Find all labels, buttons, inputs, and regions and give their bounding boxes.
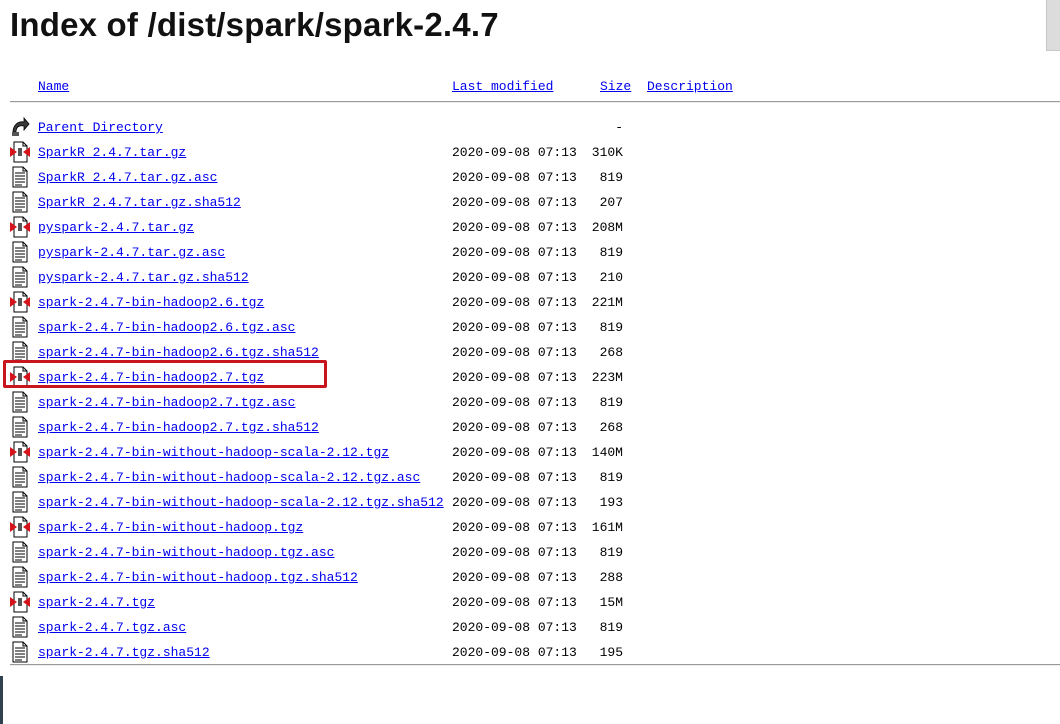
file-size: 819 bbox=[599, 470, 623, 485]
file-modified: 2020-09-08 07:13 bbox=[452, 470, 577, 485]
column-header-name[interactable]: Name bbox=[38, 79, 69, 94]
file-modified: 2020-09-08 07:13 bbox=[452, 395, 577, 410]
column-header-size[interactable]: Size bbox=[600, 79, 631, 94]
file-modified: 2020-09-08 07:13 bbox=[452, 370, 577, 385]
file-modified: 2020-09-08 07:13 bbox=[452, 570, 577, 585]
file-link[interactable]: spark-2.4.7-bin-without-hadoop-scala-2.1… bbox=[38, 445, 389, 460]
text-file-icon bbox=[12, 541, 28, 563]
file-modified: 2020-09-08 07:13 bbox=[452, 520, 577, 535]
file-size: 819 bbox=[599, 245, 623, 260]
file-link[interactable]: spark-2.4.7.tgz bbox=[38, 595, 155, 610]
file-link[interactable]: spark-2.4.7-bin-without-hadoop.tgz bbox=[38, 520, 303, 535]
file-modified: 2020-09-08 07:13 bbox=[452, 245, 577, 260]
text-file-icon bbox=[12, 266, 28, 288]
file-size: 221M bbox=[591, 295, 623, 310]
archive-file-icon bbox=[10, 441, 30, 463]
file-size: 310K bbox=[591, 145, 623, 160]
file-link[interactable]: spark-2.4.7-bin-hadoop2.6.tgz bbox=[38, 295, 264, 310]
file-size: 819 bbox=[599, 170, 623, 185]
file-size: 207 bbox=[599, 195, 623, 210]
file-modified: 2020-09-08 07:13 bbox=[452, 645, 577, 660]
file-size: 223M bbox=[591, 370, 623, 385]
file-modified: 2020-09-08 07:13 bbox=[452, 320, 577, 335]
file-modified: 2020-09-08 07:13 bbox=[452, 495, 577, 510]
text-file-icon bbox=[12, 466, 28, 488]
text-file-icon bbox=[12, 491, 28, 513]
file-size: 819 bbox=[599, 320, 623, 335]
file-modified: 2020-09-08 07:13 bbox=[452, 620, 577, 635]
file-modified: 2020-09-08 07:13 bbox=[452, 420, 577, 435]
file-link[interactable]: spark-2.4.7.tgz.asc bbox=[38, 620, 186, 635]
file-size: 208M bbox=[591, 220, 623, 235]
sort-by-name-link[interactable]: Name bbox=[38, 79, 69, 94]
page-title: Index of /dist/spark/spark-2.4.7 bbox=[10, 6, 499, 43]
file-size: 819 bbox=[599, 395, 623, 410]
window-edge-left bbox=[0, 676, 3, 724]
file-link[interactable]: pyspark-2.4.7.tar.gz bbox=[38, 220, 194, 235]
file-modified: 2020-09-08 07:13 bbox=[452, 445, 577, 460]
column-header-description[interactable]: Description bbox=[647, 79, 733, 94]
footer-divider bbox=[10, 664, 1060, 666]
archive-file-icon bbox=[10, 216, 30, 238]
file-size: 15M bbox=[599, 595, 623, 610]
window-edge bbox=[1046, 0, 1060, 51]
file-modified: 2020-09-08 07:13 bbox=[452, 170, 577, 185]
text-file-icon bbox=[12, 391, 28, 413]
parent-size: - bbox=[615, 120, 623, 135]
file-link[interactable]: spark-2.4.7.tgz.sha512 bbox=[38, 645, 210, 660]
sort-by-last-modified-link[interactable]: Last modified bbox=[452, 79, 553, 94]
file-link[interactable]: spark-2.4.7-bin-hadoop2.7.tgz.asc bbox=[38, 395, 295, 410]
archive-file-icon bbox=[10, 141, 30, 163]
parent-directory-link[interactable]: Parent Directory bbox=[38, 120, 163, 135]
file-link[interactable]: pyspark-2.4.7.tar.gz.sha512 bbox=[38, 270, 249, 285]
file-link[interactable]: spark-2.4.7-bin-without-hadoop-scala-2.1… bbox=[38, 470, 420, 485]
archive-file-icon bbox=[10, 291, 30, 313]
file-size: 140M bbox=[591, 445, 623, 460]
file-modified: 2020-09-08 07:13 bbox=[452, 345, 577, 360]
file-modified: 2020-09-08 07:13 bbox=[452, 295, 577, 310]
file-size: 819 bbox=[599, 620, 623, 635]
back-arrow-icon bbox=[12, 116, 30, 136]
file-modified: 2020-09-08 07:13 bbox=[452, 595, 577, 610]
text-file-icon bbox=[12, 416, 28, 438]
file-modified: 2020-09-08 07:13 bbox=[452, 270, 577, 285]
file-link[interactable]: spark-2.4.7-bin-hadoop2.6.tgz.sha512 bbox=[38, 345, 319, 360]
file-link[interactable]: SparkR_2.4.7.tar.gz.asc bbox=[38, 170, 217, 185]
sort-by-description-link[interactable]: Description bbox=[647, 79, 733, 94]
text-file-icon bbox=[12, 316, 28, 338]
file-size: 161M bbox=[591, 520, 623, 535]
file-size: 210 bbox=[599, 270, 623, 285]
column-header-last-modified[interactable]: Last modified bbox=[452, 79, 553, 94]
file-link[interactable]: SparkR_2.4.7.tar.gz bbox=[38, 145, 186, 160]
text-file-icon bbox=[12, 191, 28, 213]
text-file-icon bbox=[12, 616, 28, 638]
file-size: 288 bbox=[599, 570, 623, 585]
text-file-icon bbox=[12, 241, 28, 263]
file-link[interactable]: spark-2.4.7-bin-hadoop2.7.tgz.sha512 bbox=[38, 420, 319, 435]
file-link[interactable]: spark-2.4.7-bin-without-hadoop.tgz.asc bbox=[38, 545, 334, 560]
file-size: 268 bbox=[599, 345, 623, 360]
file-link[interactable]: spark-2.4.7-bin-hadoop2.6.tgz.asc bbox=[38, 320, 295, 335]
text-file-icon bbox=[12, 641, 28, 663]
file-size: 268 bbox=[599, 420, 623, 435]
file-link[interactable]: pyspark-2.4.7.tar.gz.asc bbox=[38, 245, 225, 260]
highlight-box bbox=[3, 360, 327, 388]
archive-file-icon bbox=[10, 516, 30, 538]
text-file-icon bbox=[12, 566, 28, 588]
file-modified: 2020-09-08 07:13 bbox=[452, 220, 577, 235]
archive-file-icon bbox=[10, 591, 30, 613]
file-size: 193 bbox=[599, 495, 623, 510]
file-link[interactable]: SparkR_2.4.7.tar.gz.sha512 bbox=[38, 195, 241, 210]
file-link[interactable]: spark-2.4.7-bin-without-hadoop.tgz.sha51… bbox=[38, 570, 358, 585]
file-size: 195 bbox=[599, 645, 623, 660]
file-size: 819 bbox=[599, 545, 623, 560]
file-modified: 2020-09-08 07:13 bbox=[452, 195, 577, 210]
file-link[interactable]: spark-2.4.7-bin-without-hadoop-scala-2.1… bbox=[38, 495, 444, 510]
file-modified: 2020-09-08 07:13 bbox=[452, 145, 577, 160]
header-divider bbox=[10, 101, 1060, 103]
file-modified: 2020-09-08 07:13 bbox=[452, 545, 577, 560]
text-file-icon bbox=[12, 166, 28, 188]
sort-by-size-link[interactable]: Size bbox=[600, 79, 631, 94]
